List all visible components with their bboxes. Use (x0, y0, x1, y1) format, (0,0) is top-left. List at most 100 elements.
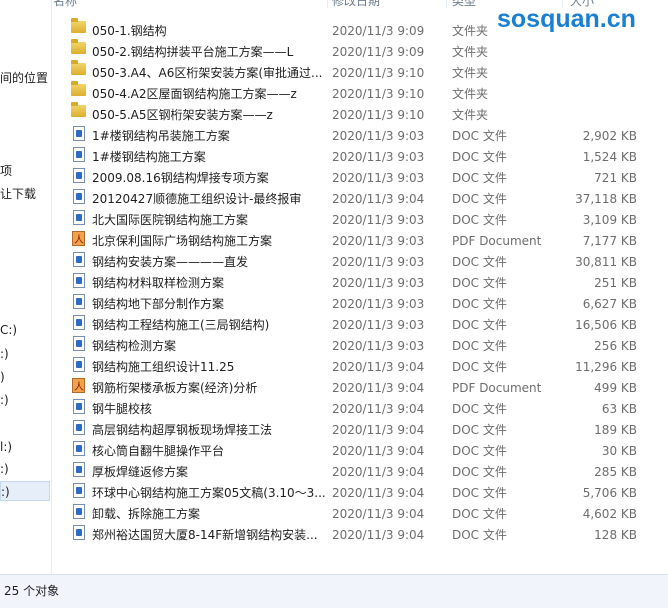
file-row[interactable]: 厚板焊缝返修方案 2020/11/3 9:04 DOC 文件 285 KB (53, 462, 668, 483)
file-row[interactable]: 郑州裕达国贸大厦8-14F新增钢结构安装... 2020/11/3 9:04 DOC… (53, 525, 668, 546)
file-date: 2020/11/3 9:04 (332, 444, 425, 458)
navigation-pane: 间的位置 项 让下载 C:) :) ) :) l:) :) :) (0, 0, 52, 574)
file-name: 050-5.A5区钢桁架安装方案——z (92, 108, 273, 122)
file-size: 16,506 KB (575, 318, 637, 332)
file-date: 2020/11/3 9:04 (332, 528, 425, 542)
file-name: 钢牛腿校核 (92, 402, 153, 416)
doc-icon (73, 399, 85, 414)
file-row[interactable]: 钢结构工程结构施工(三局钢结构) 2020/11/3 9:03 DOC 文件 16,5… (53, 315, 668, 336)
file-size: 7,177 KB (582, 234, 637, 248)
file-date: 2020/11/3 9:09 (332, 45, 425, 59)
file-row[interactable]: 1#楼钢结构施工方案 2020/11/3 9:03 DOC 文件 1,524 KB (53, 147, 668, 168)
nav-item-drive[interactable]: :) (0, 390, 51, 410)
doc-icon (73, 147, 85, 162)
file-row[interactable]: 050-2.钢结构拼装平台施工方案——L 2020/11/3 9:09 文件夹 (53, 39, 668, 63)
file-name: 厚板焊缝返修方案 (92, 465, 189, 479)
column-date-header[interactable]: 修改日期 (332, 0, 380, 9)
file-date: 2020/11/3 9:04 (332, 402, 425, 416)
nav-item-drive[interactable]: :) (0, 344, 51, 364)
nav-item-drive-selected[interactable]: :) (0, 481, 50, 501)
nav-item-location[interactable]: 间的位置 (0, 68, 51, 88)
file-name: 1#楼钢结构施工方案 (92, 150, 206, 164)
file-name: 钢结构施工组织设计11.25 (92, 360, 235, 374)
column-type-header[interactable]: 类型 (452, 0, 476, 9)
file-type: DOC 文件 (452, 213, 507, 227)
file-size: 251 KB (594, 276, 637, 290)
file-name: 郑州裕达国贸大厦8-14F新增钢结构安装... (92, 528, 318, 542)
nav-item-drive[interactable]: :) (0, 459, 51, 479)
file-size: 721 KB (594, 171, 637, 185)
file-row[interactable]: 1#楼钢结构吊装施工方案 2020/11/3 9:03 DOC 文件 2,902 KB (53, 126, 668, 147)
file-type: DOC 文件 (452, 360, 507, 374)
file-date: 2020/11/3 9:04 (332, 507, 425, 521)
doc-icon (73, 126, 85, 141)
file-row[interactable]: 050-5.A5区钢桁架安装方案——z 2020/11/3 9:10 文件夹 (53, 102, 668, 126)
file-name: 20120427顺德施工组织设计-最终报审 (92, 192, 302, 206)
doc-icon (73, 252, 85, 267)
file-name: 北大国际医院钢结构施工方案 (92, 213, 249, 227)
file-type: DOC 文件 (452, 129, 507, 143)
doc-icon (73, 420, 85, 435)
file-row[interactable]: 卸载、拆除施工方案 2020/11/3 9:04 DOC 文件 4,602 KB (53, 504, 668, 525)
pdf-icon (72, 230, 85, 251)
file-row[interactable]: 钢牛腿校核 2020/11/3 9:04 DOC 文件 63 KB (53, 399, 668, 420)
nav-item-recent[interactable]: 项 (0, 161, 51, 181)
file-size: 1,524 KB (582, 150, 637, 164)
file-type: DOC 文件 (452, 444, 507, 458)
file-size: 128 KB (594, 528, 637, 542)
watermark-logo: sosquan.cn (497, 5, 636, 33)
file-date: 2020/11/3 9:10 (332, 66, 425, 80)
doc-icon (73, 504, 85, 519)
file-type: DOC 文件 (452, 318, 507, 332)
file-type: DOC 文件 (452, 528, 507, 542)
column-divider[interactable] (446, 0, 447, 8)
file-date: 2020/11/3 9:03 (332, 318, 425, 332)
file-name: 1#楼钢结构吊装施工方案 (92, 129, 230, 143)
file-row[interactable]: 钢结构施工组织设计11.25 2020/11/3 9:04 DOC 文件 11,296… (53, 357, 668, 378)
folder-icon (71, 102, 86, 117)
folder-icon (71, 18, 86, 33)
file-date: 2020/11/3 9:04 (332, 192, 425, 206)
file-row[interactable]: 钢结构检测方案 2020/11/3 9:03 DOC 文件 256 KB (53, 336, 668, 357)
file-row[interactable]: 钢结构安装方案————直发 2020/11/3 9:03 DOC 文件 30,811 … (53, 252, 668, 273)
file-size: 285 KB (594, 465, 637, 479)
file-row[interactable]: 钢结构材料取样检测方案 2020/11/3 9:03 DOC 文件 251 KB (53, 273, 668, 294)
file-row[interactable]: 20120427顺德施工组织设计-最终报审 2020/11/3 9:04 DOC 文… (53, 189, 668, 210)
file-row[interactable]: 050-3.A4、A6区桁架安装方案(审批通过... 2020/11/3 9:10… (53, 60, 668, 84)
file-size: 5,706 KB (582, 486, 637, 500)
file-name: 2009.08.16钢结构焊接专项方案 (92, 171, 269, 185)
doc-icon (73, 462, 85, 477)
file-row[interactable]: 钢筋桁架楼承板方案(经济)分析 2020/11/3 9:04 PDF Documen… (53, 377, 668, 399)
column-name-header[interactable]: 名称 (53, 0, 77, 9)
file-type: 文件夹 (452, 45, 489, 59)
file-list: 050-1.钢结构 2020/11/3 9:09 文件夹 050-2.钢结构拼装平台施… (53, 18, 668, 546)
file-row[interactable]: 2009.08.16钢结构焊接专项方案 2020/11/3 9:03 DOC 文件 7… (53, 168, 668, 189)
status-bar: 25 个对象 (0, 574, 668, 608)
file-date: 2020/11/3 9:04 (332, 465, 425, 479)
file-type: DOC 文件 (452, 276, 507, 290)
doc-icon (73, 336, 85, 351)
file-row[interactable]: 北大国际医院钢结构施工方案 2020/11/3 9:03 DOC 文件 3,109 K… (53, 210, 668, 231)
file-row[interactable]: 环球中心钢结构施工方案05文稿(3.10～3... 2020/11/3 9:04 D… (53, 483, 668, 504)
file-type: 文件夹 (452, 66, 489, 80)
file-date: 2020/11/3 9:04 (332, 381, 425, 395)
file-date: 2020/11/3 9:03 (332, 171, 425, 185)
file-type: 文件夹 (452, 87, 489, 101)
file-name: 050-1.钢结构 (92, 24, 167, 38)
nav-item-downloads[interactable]: 让下载 (0, 184, 51, 204)
file-row[interactable]: 钢结构地下部分制作方案 2020/11/3 9:03 DOC 文件 6,627 KB (53, 294, 668, 315)
doc-icon (73, 273, 85, 288)
file-row[interactable]: 050-4.A2区屋面钢结构施工方案——z 2020/11/3 9:10 文件夹 (53, 81, 668, 105)
file-date: 2020/11/3 9:04 (332, 423, 425, 437)
file-row[interactable]: 核心筒自翻牛腿操作平台 2020/11/3 9:04 DOC 文件 30 KB (53, 441, 668, 462)
column-divider[interactable] (327, 0, 328, 8)
file-type: DOC 文件 (452, 402, 507, 416)
nav-item-drive-c[interactable]: C:) (0, 320, 51, 340)
file-type: DOC 文件 (452, 423, 507, 437)
file-name: 钢结构安装方案————直发 (92, 255, 249, 269)
file-row[interactable]: 高层钢结构超厚钢板现场焊接工法 2020/11/3 9:04 DOC 文件 189 K… (53, 420, 668, 441)
file-row[interactable]: 北京保利国际广场钢结构施工方案 2020/11/3 9:03 PDF Documen… (53, 230, 668, 252)
file-size: 3,109 KB (582, 213, 637, 227)
nav-item-drive[interactable]: ) (0, 367, 51, 387)
nav-item-drive[interactable]: l:) (0, 437, 51, 457)
